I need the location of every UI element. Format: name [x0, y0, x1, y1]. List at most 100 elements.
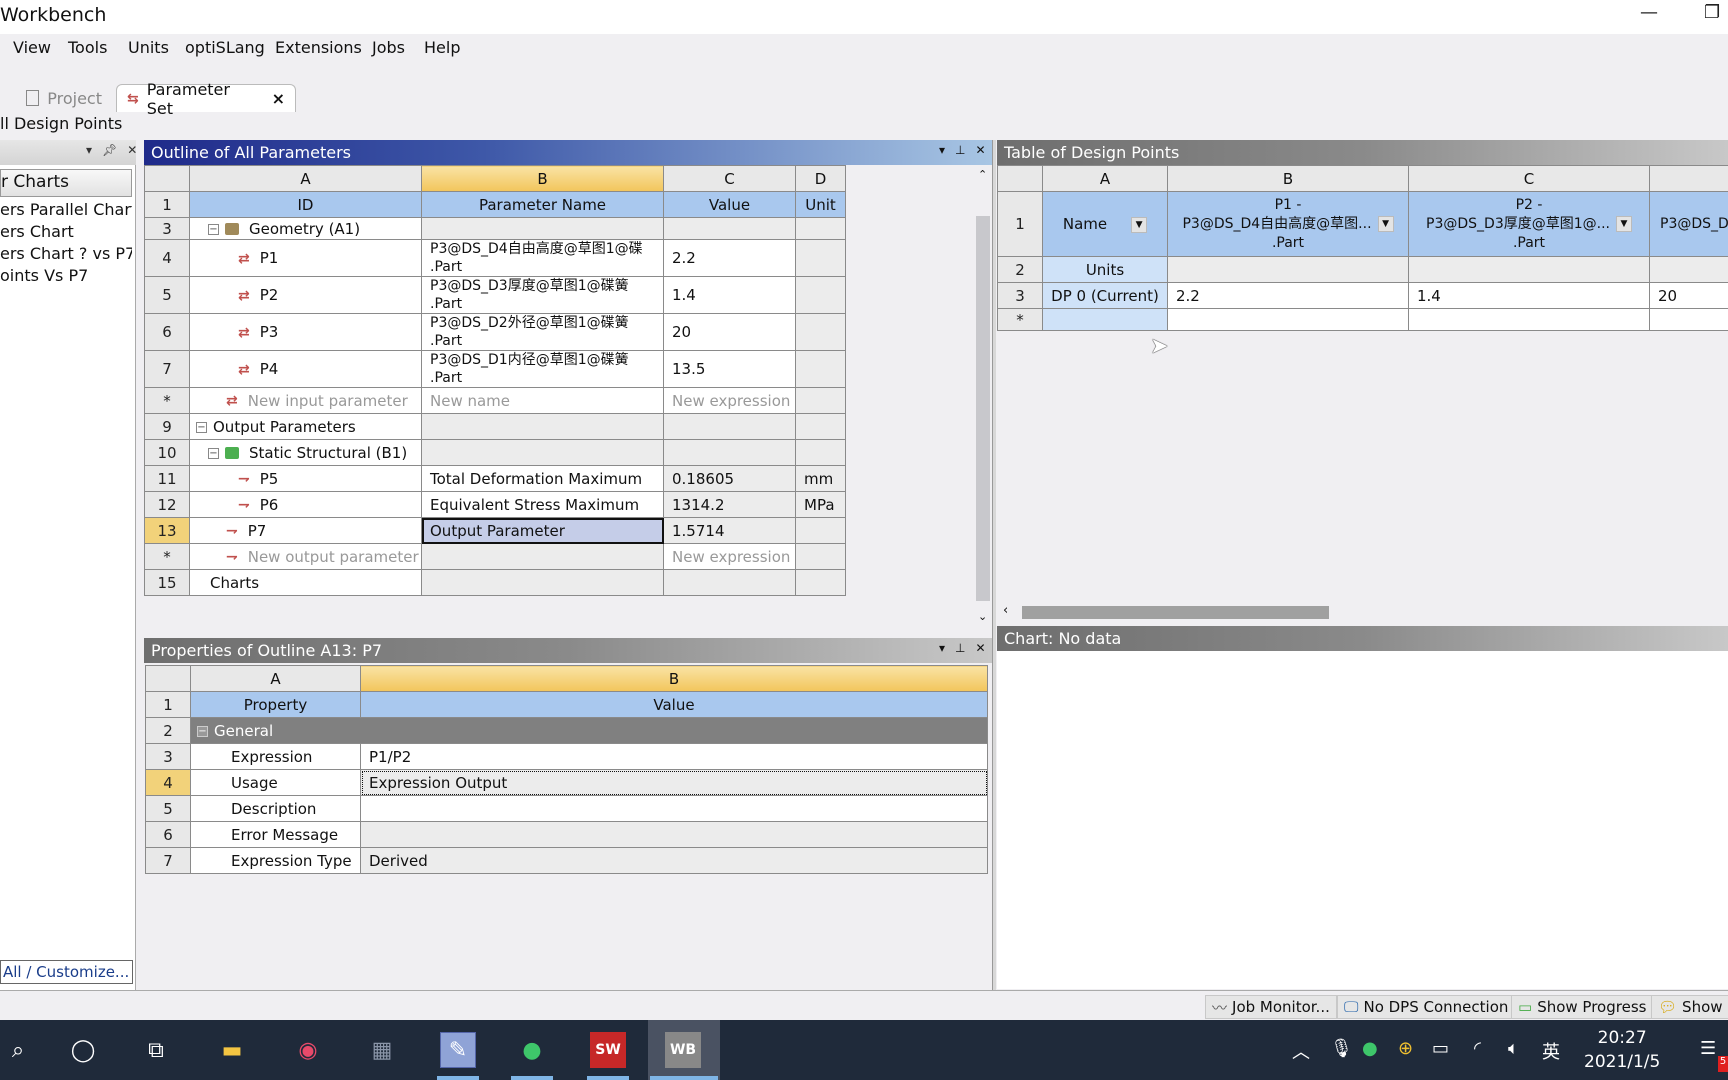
- value-cell[interactable]: 13.5: [663, 350, 796, 388]
- row-number[interactable]: 1: [144, 191, 190, 218]
- property-row[interactable]: 5 Description: [145, 795, 988, 822]
- row-number[interactable]: 13: [144, 517, 190, 544]
- table-row[interactable]: 11 ⇁ P5 Total Deformation Maximum 0.18605…: [144, 465, 846, 492]
- column-b-header[interactable]: B: [1167, 165, 1409, 192]
- value-cell[interactable]: 1.4: [663, 276, 796, 314]
- column-d-header[interactable]: [1649, 165, 1728, 192]
- id-cell[interactable]: ⇁ P6: [189, 491, 422, 518]
- row-number[interactable]: 9: [144, 413, 190, 440]
- column-c-header[interactable]: C: [663, 165, 796, 192]
- row-number[interactable]: 3: [997, 282, 1043, 309]
- table-row[interactable]: 3 − Geometry (A1): [144, 217, 846, 240]
- app-icon[interactable]: ▦: [364, 1032, 400, 1068]
- table-row[interactable]: 9 − Output Parameters: [144, 413, 846, 440]
- column-c-header[interactable]: C: [1408, 165, 1650, 192]
- group-general[interactable]: − General: [190, 717, 988, 744]
- clock[interactable]: 20:27 2021/1/5: [1584, 1026, 1660, 1074]
- new-input-parameter-row[interactable]: * ⇄ New input parameter New name New expr…: [144, 387, 846, 414]
- microphone-icon[interactable]: 🎙︎: [1330, 1038, 1353, 1059]
- value-cell[interactable]: 2.2: [663, 239, 796, 277]
- id-cell[interactable]: ⇄ P1: [189, 239, 422, 277]
- cortana-icon[interactable]: ◯: [65, 1032, 101, 1068]
- column-a-header[interactable]: A: [189, 165, 422, 192]
- ime-indicator[interactable]: 英: [1542, 1038, 1560, 1064]
- pin-icon[interactable]: ⊥: [955, 641, 965, 655]
- name-cell-selected[interactable]: Output Parameter: [421, 517, 664, 544]
- row-number[interactable]: 5: [145, 795, 191, 822]
- row-number[interactable]: 2: [145, 717, 191, 744]
- header-name[interactable]: Name ▼: [1042, 191, 1168, 257]
- toolbox-group-charts[interactable]: r Charts: [0, 169, 132, 197]
- name-cell[interactable]: Equivalent Stress Maximum: [421, 491, 664, 518]
- row-number[interactable]: 5: [144, 276, 190, 314]
- row-number[interactable]: 15: [144, 569, 190, 596]
- pane-menu-icon[interactable]: ▾: [939, 143, 945, 157]
- row-number[interactable]: *: [144, 387, 190, 414]
- header-p1[interactable]: P1 - P3@DS_D4自由高度@草图... ▼ .Part: [1167, 191, 1409, 257]
- name-cell[interactable]: P3@DS_D2外径@草图1@碟簧 .Part: [421, 313, 664, 351]
- table-row[interactable]: 15 Charts: [144, 569, 846, 596]
- table-row-selected[interactable]: 13 ⇁ P7 Output Parameter 1.5714: [144, 517, 846, 544]
- toolbox-item[interactable]: ers Chart ? vs P7: [0, 244, 132, 263]
- pane-menu-icon[interactable]: ▾: [939, 641, 945, 655]
- battery-icon[interactable]: ▭: [1432, 1038, 1449, 1059]
- units-row[interactable]: 2 Units: [997, 256, 1728, 283]
- show-progress-button[interactable]: ▭ Show Progress: [1511, 995, 1654, 1019]
- table-row[interactable]: 4 ⇄ P1 P3@DS_D4自由高度@草图1@碟 .Part 2.2: [144, 239, 846, 277]
- row-number[interactable]: *: [997, 308, 1043, 331]
- menu-view[interactable]: View: [13, 38, 51, 57]
- id-cell[interactable]: Charts: [189, 569, 422, 596]
- table-row[interactable]: 7 ⇄ P4 P3@DS_D1内径@草图1@碟簧 .Part 13.5: [144, 350, 846, 388]
- filter-dropdown-icon[interactable]: ▼: [1131, 216, 1148, 233]
- property-row[interactable]: 3 Expression P1/P2: [145, 743, 988, 770]
- restore-icon[interactable]: ❐: [1704, 2, 1720, 23]
- scroll-thumb[interactable]: [1022, 606, 1329, 619]
- new-expression-cell[interactable]: New expression: [663, 387, 796, 414]
- wechat-tray-icon[interactable]: ●: [1362, 1038, 1378, 1059]
- filter-dropdown-icon[interactable]: ▼: [1615, 215, 1632, 232]
- toolbox-item[interactable]: oints Vs P7: [0, 266, 132, 285]
- column-b-header[interactable]: B: [421, 165, 664, 192]
- row-number[interactable]: 2: [997, 256, 1043, 283]
- new-design-point-name[interactable]: [1042, 308, 1168, 331]
- tab-parameter-set[interactable]: ⇆ Parameter Set ×: [116, 80, 296, 118]
- new-name-cell[interactable]: New name: [421, 387, 664, 414]
- id-cell[interactable]: − Output Parameters: [189, 413, 422, 440]
- workbench-icon[interactable]: WB: [665, 1032, 701, 1068]
- scroll-thumb[interactable]: [976, 216, 990, 601]
- filter-dropdown-icon[interactable]: ▼: [1377, 215, 1394, 232]
- row-number[interactable]: 11: [144, 465, 190, 492]
- name-cell[interactable]: P3@DS_D4自由高度@草图1@碟 .Part: [421, 239, 664, 277]
- row-number[interactable]: 1: [997, 191, 1043, 257]
- tab-project[interactable]: Project: [16, 84, 112, 112]
- header-p2[interactable]: P2 - P3@DS_D3厚度@草图1@... ▼ .Part: [1408, 191, 1650, 257]
- menu-help[interactable]: Help: [424, 38, 460, 57]
- new-output-parameter-row[interactable]: * ⇁ New output parameter New expression: [144, 543, 846, 570]
- outline-vertical-scrollbar[interactable]: ⌃ ⌄: [975, 168, 991, 628]
- name-cell[interactable]: P3@DS_D3厚度@草图1@碟簧 .Part: [421, 276, 664, 314]
- collapse-icon[interactable]: −: [208, 223, 219, 235]
- camera-app-icon[interactable]: ◉: [290, 1032, 326, 1068]
- task-view-icon[interactable]: ⧉: [138, 1032, 174, 1068]
- column-a-header[interactable]: A: [1042, 165, 1168, 192]
- view-all-customize-link[interactable]: All / Customize...: [0, 960, 133, 984]
- scroll-up-icon[interactable]: ⌃: [978, 168, 987, 181]
- design-point-name[interactable]: DP 0 (Current): [1042, 282, 1168, 309]
- collapse-icon[interactable]: −: [197, 725, 208, 737]
- property-row[interactable]: 7 Expression Type Derived: [145, 847, 988, 874]
- id-cell[interactable]: ⇁ P7: [189, 517, 422, 544]
- pin-icon[interactable]: 📌︎: [102, 143, 117, 157]
- new-output-parameter-cell[interactable]: ⇁ New output parameter: [189, 543, 422, 570]
- row-number[interactable]: 6: [145, 821, 191, 848]
- new-p1-cell[interactable]: [1167, 308, 1409, 331]
- menu-extensions[interactable]: Extensions: [275, 38, 362, 57]
- table-row[interactable]: 10 − Static Structural (B1): [144, 439, 846, 466]
- pin-icon[interactable]: ⊥: [955, 143, 965, 157]
- new-expression-cell[interactable]: New expression: [663, 543, 796, 570]
- name-cell[interactable]: Total Deformation Maximum: [421, 465, 664, 492]
- row-number[interactable]: 6: [144, 313, 190, 351]
- panel-splitter[interactable]: [992, 140, 996, 990]
- column-b-header[interactable]: B: [360, 665, 988, 692]
- show-messages-button[interactable]: 💬︎Show 0: [1651, 995, 1728, 1019]
- table-row[interactable]: 12 ⇁ P6 Equivalent Stress Maximum 1314.2 …: [144, 491, 846, 518]
